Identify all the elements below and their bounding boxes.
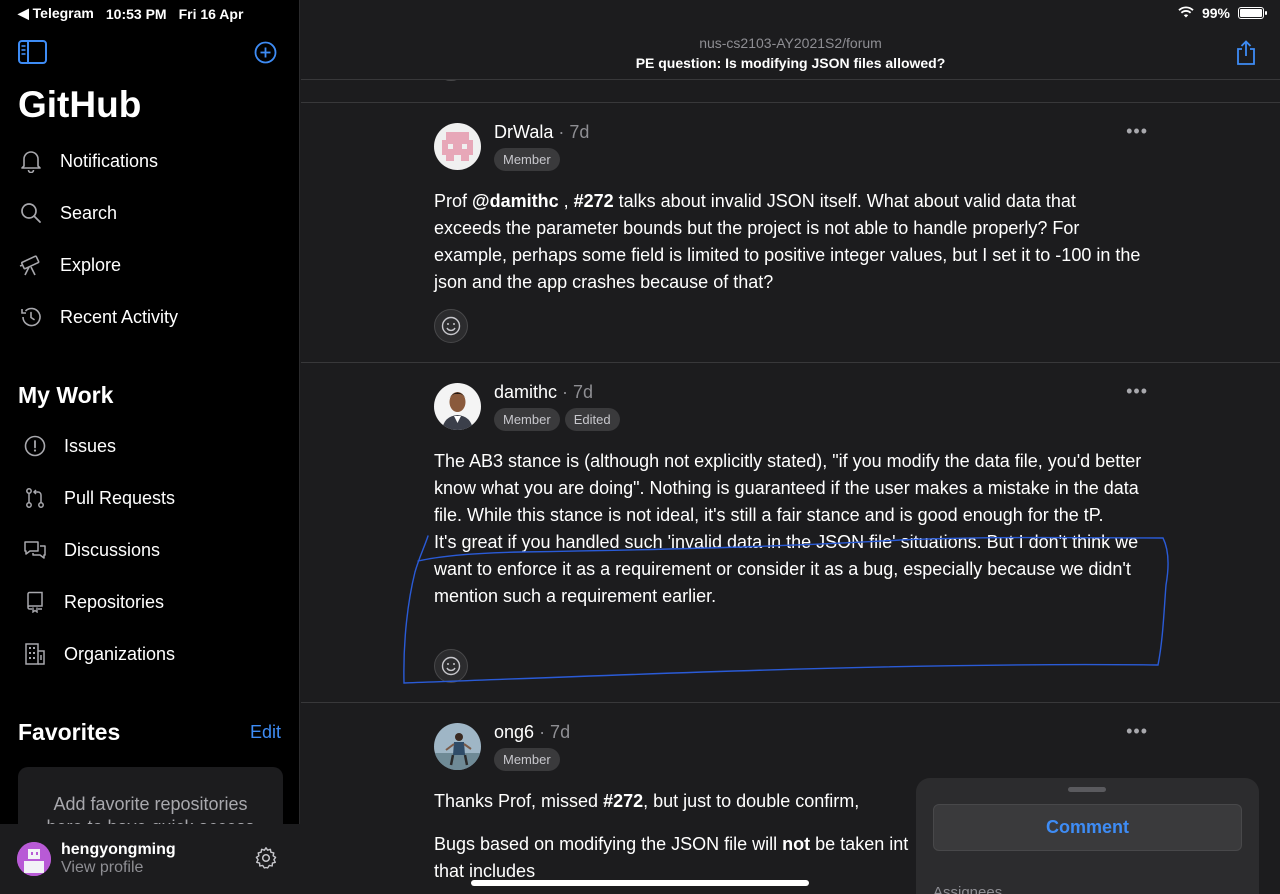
comment-paragraph: It's great if you handled such 'invalid … [434,532,1139,606]
sidebar-item-search[interactable]: Search [0,187,300,239]
favorites-edit-button[interactable]: Edit [250,722,281,743]
add-reaction-button[interactable] [434,649,468,683]
back-to-app-link[interactable]: ◀ Telegram [18,5,94,22]
avatar [17,842,51,876]
pull-request-icon [22,485,48,511]
favorites-empty-line: Add favorite repositories [53,794,248,814]
sidebar-item-issues[interactable]: Issues [0,420,300,472]
status-bar: ◀ Telegram 10:53 PM Fri 16 Apr 99% [0,0,1280,26]
sidebar: GitHub Notifications Search Explore Rece… [0,0,300,894]
comment-text: Bugs based on modifying the JSON file wi… [434,834,783,854]
avatar[interactable] [434,383,481,430]
badge-group: Member [494,748,560,771]
comment-paragraph: Prof @damithc , #272 talks about invalid… [434,191,1141,292]
issue-icon [22,433,48,459]
repo-icon [22,589,48,615]
add-icon[interactable] [254,41,277,69]
sidebar-item-explore[interactable]: Explore [0,239,300,291]
comment-author[interactable]: damithc · 7d [494,382,593,403]
comment-age: · 7d [539,722,571,742]
sidebar-item-label: Notifications [60,150,159,171]
share-icon[interactable] [1236,40,1256,71]
sidebar-item-label: Recent Activity [60,306,179,327]
sidebar-item-pull-requests[interactable]: Pull Requests [0,472,300,524]
add-reaction-button[interactable] [434,309,468,343]
my-work-nav: Issues Pull Requests Discussions Reposit… [0,420,300,680]
member-badge: Member [494,148,560,171]
discussions-icon [22,537,48,563]
member-badge: Member [494,408,560,431]
battery-icon [1238,7,1267,19]
comment-text: , but just to double confirm, [643,791,860,811]
repo-breadcrumb[interactable]: nus-cs2103-AY2021S2/forum [301,35,1280,51]
user-mention-link[interactable]: @damithc [472,191,559,211]
more-options-icon[interactable]: ••• [1126,381,1148,402]
comment-card: damithc · 7d Member Edited ••• The AB3 s… [301,362,1280,703]
issue-reference-link[interactable]: #272 [603,791,643,811]
assignees-label: Assignees [933,884,1003,894]
profile-username: hengyongming [61,841,176,858]
more-options-icon[interactable]: ••• [1126,721,1148,742]
gear-icon[interactable] [254,846,278,875]
organization-icon [22,641,48,667]
home-indicator[interactable] [471,880,809,886]
sidebar-item-label: Issues [64,435,117,456]
my-work-heading: My Work [18,382,114,408]
view-profile-link[interactable]: View profile [61,859,176,877]
comment-card: DrWala · 7d Member ••• Prof @damithc , #… [301,102,1280,363]
status-date: Fri 16 Apr [178,5,244,22]
more-options-icon[interactable]: ••• [1126,121,1148,142]
comment-age: · 7d [562,382,594,402]
sidebar-toggle-icon[interactable] [18,40,47,69]
comment-paragraph: The AB3 stance is (although not explicit… [434,451,1142,525]
favorites-heading: Favorites [18,719,121,745]
sidebar-item-label: Organizations [64,643,176,664]
comment-age: · 7d [558,122,590,142]
smiley-icon [441,656,461,676]
comment-text-bold: not [782,834,811,854]
author-name[interactable]: DrWala [494,122,553,142]
comment-author[interactable]: ong6 · 7d [494,722,570,743]
sidebar-item-recent-activity[interactable]: Recent Activity [0,291,300,343]
comment-author[interactable]: DrWala · 7d [494,122,589,143]
member-badge: Member [494,748,560,771]
edited-badge[interactable]: Edited [564,408,620,431]
battery-percent: 99% [1201,5,1230,21]
smiley-icon [441,316,461,336]
sidebar-item-repositories[interactable]: Repositories [0,576,300,628]
badge-group: Member [494,148,560,171]
sidebar-item-label: Search [60,202,118,223]
profile-bar[interactable]: hengyongming View profile [0,824,300,894]
panel-drag-handle[interactable] [1068,787,1106,792]
sidebar-item-organizations[interactable]: Organizations [0,628,300,680]
author-name[interactable]: damithc [494,382,557,402]
issue-reference-link[interactable]: #272 [574,191,614,211]
avatar[interactable] [434,123,481,170]
status-time: 10:53 PM [105,5,167,22]
sidebar-item-label: Pull Requests [64,487,176,508]
comment-text: Thanks Prof, missed [434,791,604,811]
comment-button[interactable]: Comment [933,804,1242,851]
comment-body: Prof @damithc , #272 talks about invalid… [434,188,1142,296]
telescope-icon [18,252,44,278]
search-icon [18,200,44,226]
wifi-icon [1178,5,1194,21]
sidebar-item-discussions[interactable]: Discussions [0,524,300,576]
history-icon [18,304,44,330]
main-nav: Notifications Search Explore Recent Acti… [0,135,300,343]
discussion-thread: nus-cs2103-AY2021S2/forum PE question: I… [301,0,1280,894]
app-title: GitHub [18,84,142,125]
badge-group: Member Edited [494,408,620,431]
comment-text: be taken int [810,834,909,854]
avatar[interactable] [434,723,481,770]
author-name[interactable]: ong6 [494,722,534,742]
bell-icon [18,148,44,174]
sidebar-item-label: Discussions [64,539,161,560]
page-title: PE question: Is modifying JSON files all… [635,55,946,71]
sidebar-item-label: Repositories [64,591,165,612]
comment-composer-panel: Comment Assignees [916,778,1259,894]
sidebar-item-notifications[interactable]: Notifications [0,135,300,187]
comment-body: The AB3 stance is (although not explicit… [434,448,1142,610]
sidebar-item-label: Explore [60,254,122,275]
